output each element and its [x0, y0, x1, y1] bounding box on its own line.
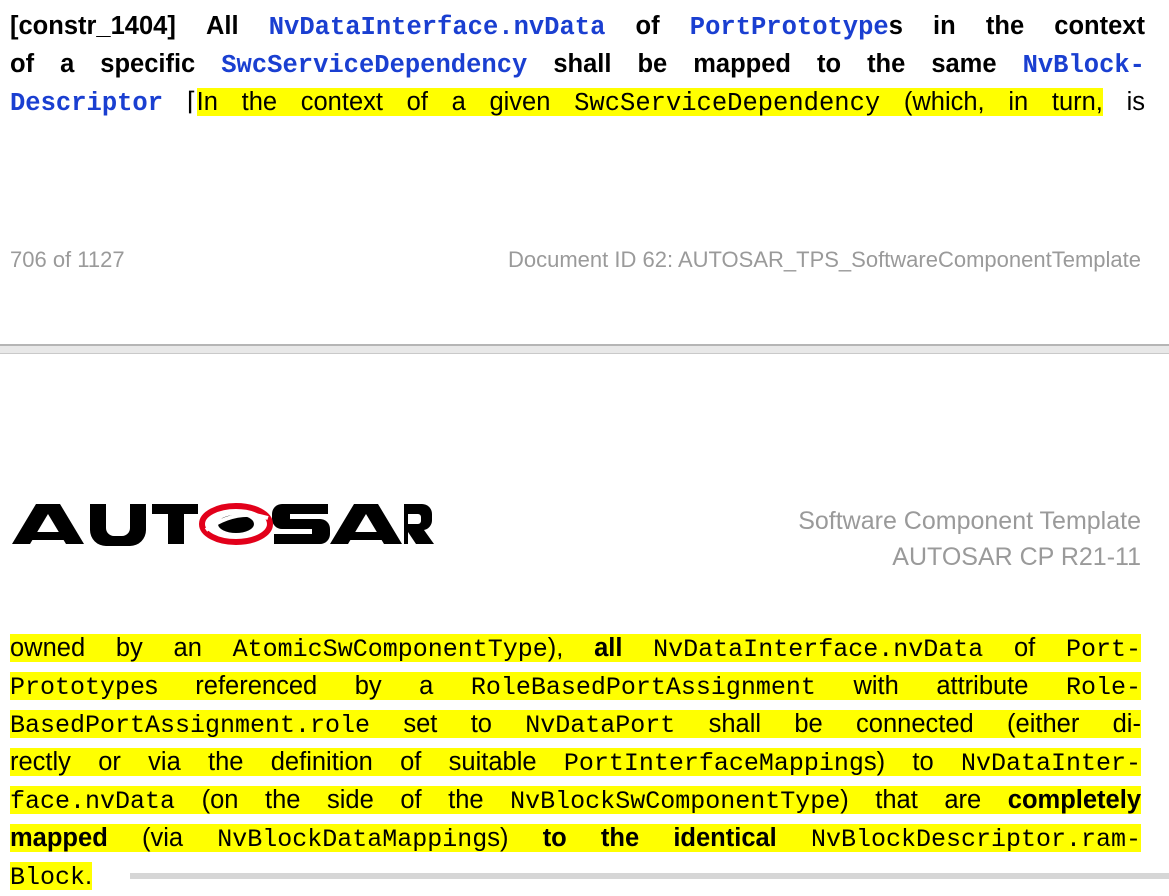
link-swcservicedependency[interactable]: SwcServiceDependency [221, 51, 527, 80]
link-nvblockdescriptor-b[interactable]: Descriptor [10, 89, 163, 118]
link-portprototype[interactable]: PortPrototype [690, 13, 889, 42]
body-line-1: owned by an AtomicSwComponentType), all … [10, 634, 1142, 664]
page-separator [0, 344, 1169, 354]
constraint-line-2: of a specific SwcServiceDependency shall… [10, 50, 1145, 80]
body-line-3: BasedPortAssignment.role set to NvDataPo… [10, 710, 1141, 740]
constraint-paragraph: [constr_1404] All NvDataInterface.nvData… [10, 8, 1145, 122]
body-line-4: rectly or via the definition of suitable… [10, 748, 1141, 778]
highlight-context: In the context of a given SwcServiceDepe… [196, 88, 1103, 118]
autosar-logo [12, 503, 434, 546]
body-paragraph: owned by an AtomicSwComponentType), all … [10, 630, 1142, 896]
link-nvdata[interactable]: NvDataInterface.nvData [269, 13, 606, 42]
body-line-2: Prototypes referenced by a RoleBasedPort… [10, 672, 1141, 702]
page-number: 706 of 1127 [10, 247, 125, 272]
body-line-6: mapped (via NvBlockDataMappings) to the … [10, 824, 1142, 854]
constraint-line-1: [constr_1404] All NvDataInterface.nvData… [10, 12, 1145, 42]
document-release: AUTOSAR CP R21-11 [892, 543, 1141, 571]
constraint-line-3: Descriptor ⌈In the context of a given Sw… [10, 88, 1145, 118]
document-title: Software Component Template [798, 507, 1141, 535]
open-bracket: ⌈ [186, 88, 197, 116]
link-nvblockdescriptor-a[interactable]: NvBlock- [1023, 51, 1145, 80]
constraint-id: [constr_1404] [10, 12, 176, 40]
document-id: Document ID 62: AUTOSAR_TPS_SoftwareComp… [507, 247, 1141, 272]
document-header: Software Component Template AUTOSAR CP R… [798, 503, 1141, 575]
body-line-5: face.nvData (on the side of the NvBlockS… [10, 786, 1141, 816]
horizontal-scrollbar[interactable] [130, 873, 1169, 879]
